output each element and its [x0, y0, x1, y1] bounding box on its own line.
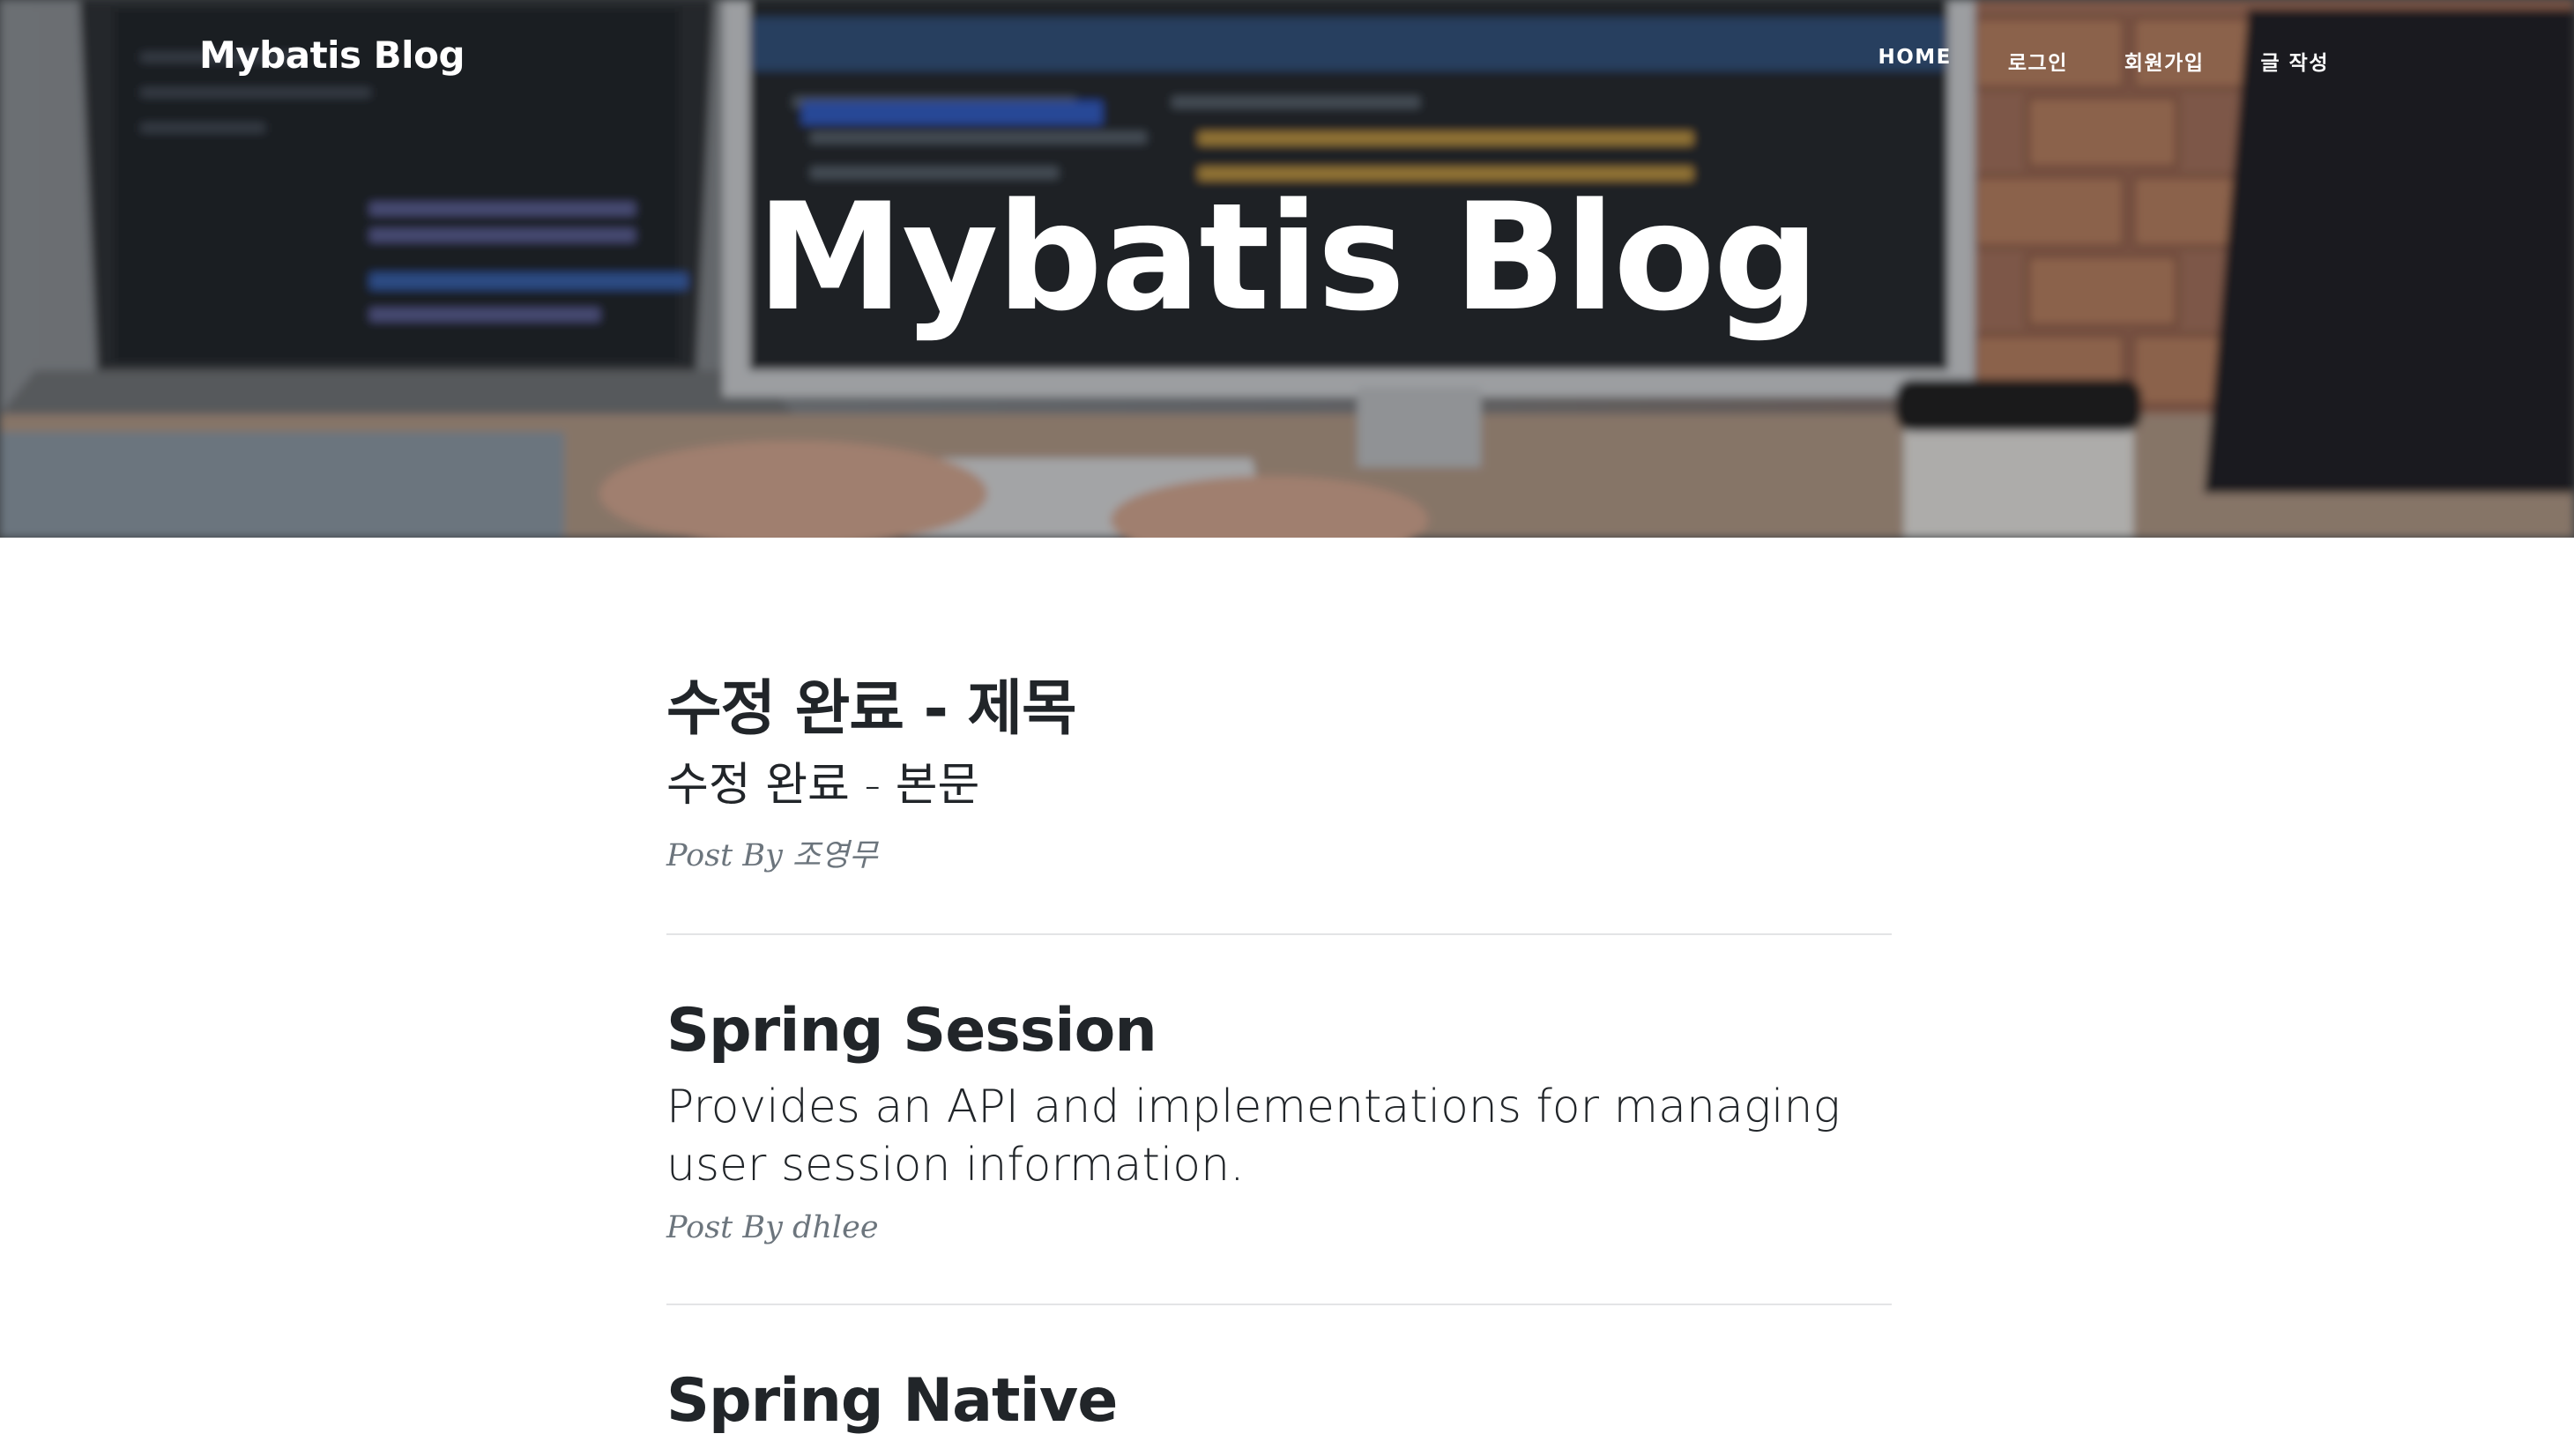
- post-divider: [666, 933, 1892, 935]
- post-subtitle[interactable]: 수정 완료 - 본문: [666, 756, 1892, 814]
- nav-signup-link[interactable]: 회원가입: [2124, 46, 2205, 76]
- post-preview[interactable]: Spring Session Provides an API and imple…: [666, 995, 1892, 1245]
- post-meta-prefix: Post By: [666, 1210, 792, 1245]
- post-author: dhlee: [792, 1210, 879, 1245]
- post-title[interactable]: Spring Session: [666, 995, 1892, 1067]
- post-meta: Post By dhlee: [666, 1210, 1892, 1245]
- main-navbar: Mybatis Blog HOME 로그인 회원가입 글 작성: [0, 0, 2574, 120]
- post-author: 조영무: [792, 838, 878, 873]
- hero-title: Mybatis Blog: [755, 171, 1819, 344]
- nav-home-link[interactable]: HOME: [1878, 46, 1951, 76]
- post-meta-prefix: Post By: [666, 838, 792, 873]
- nav-links: HOME 로그인 회원가입 글 작성: [1821, 46, 2329, 76]
- masthead-header: Mybatis Blog HOME 로그인 회원가입 글 작성 Mybatis …: [0, 0, 2574, 538]
- post-divider: [666, 1304, 1892, 1305]
- post-meta: Post By 조영무: [666, 830, 1892, 875]
- post-subtitle[interactable]: Provides an API and implementations for …: [666, 1078, 1892, 1194]
- post-preview[interactable]: 수정 완료 - 제목 수정 완료 - 본문 Post By 조영무: [666, 652, 1892, 875]
- post-preview[interactable]: Spring Native: [666, 1365, 1892, 1437]
- post-title[interactable]: Spring Native: [666, 1365, 1892, 1437]
- nav-write-post-link[interactable]: 글 작성: [2261, 46, 2330, 76]
- post-title[interactable]: 수정 완료 - 제목: [666, 673, 1892, 746]
- brand-link[interactable]: Mybatis Blog: [199, 33, 465, 77]
- post-list: 수정 완료 - 제목 수정 완료 - 본문 Post By 조영무 Spring…: [666, 652, 1892, 1437]
- nav-login-link[interactable]: 로그인: [2008, 46, 2068, 76]
